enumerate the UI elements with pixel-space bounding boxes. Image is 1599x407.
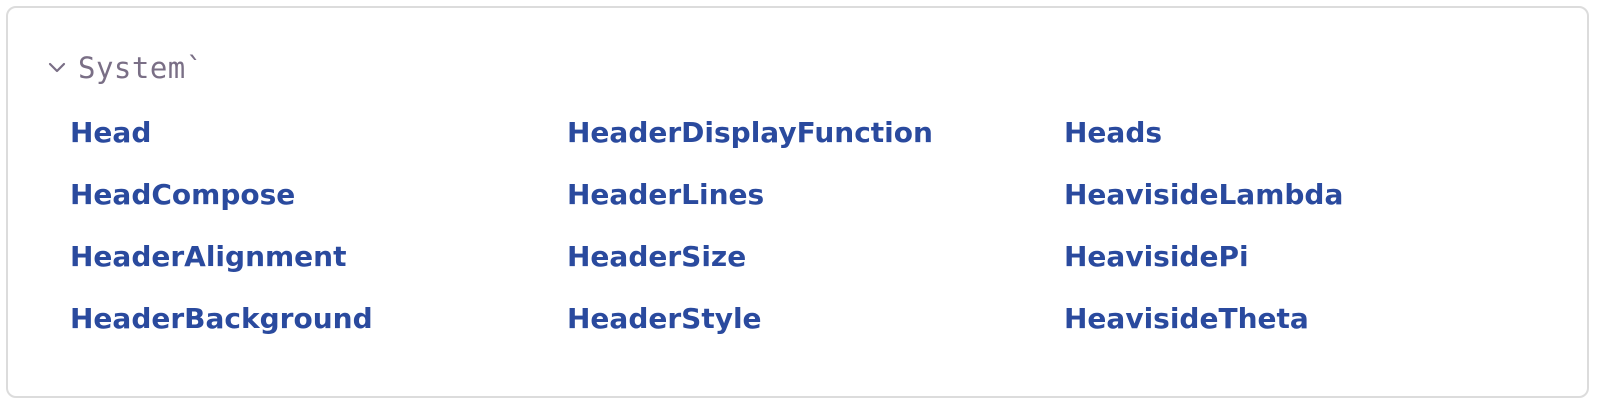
symbol-link-heavisidetheta[interactable]: HeavisideTheta [1064,293,1561,355]
symbol-link-heavisidepi[interactable]: HeavisidePi [1064,231,1561,293]
symbol-link-heads[interactable]: Heads [1064,107,1561,169]
symbol-link-headeralignment[interactable]: HeaderAlignment [70,231,567,293]
results-panel: System` Head HeaderDisplayFunction Heads… [6,6,1589,398]
symbol-link-headcompose[interactable]: HeadCompose [70,169,567,231]
context-toggle[interactable]: System` [46,46,204,90]
symbol-link-headerlines[interactable]: HeaderLines [567,169,1064,231]
symbol-link-heavisidelambda[interactable]: HeavisideLambda [1064,169,1561,231]
symbol-link-headerstyle[interactable]: HeaderStyle [567,293,1064,355]
symbol-link-headersize[interactable]: HeaderSize [567,231,1064,293]
symbol-link-headerbackground[interactable]: HeaderBackground [70,293,567,355]
symbol-link-head[interactable]: Head [70,107,567,169]
context-label: System` [78,51,204,85]
chevron-down-icon[interactable] [46,57,68,79]
symbol-link-headerdisplayfunction[interactable]: HeaderDisplayFunction [567,107,1064,169]
symbol-list: Head HeaderDisplayFunction Heads HeadCom… [70,107,1561,355]
